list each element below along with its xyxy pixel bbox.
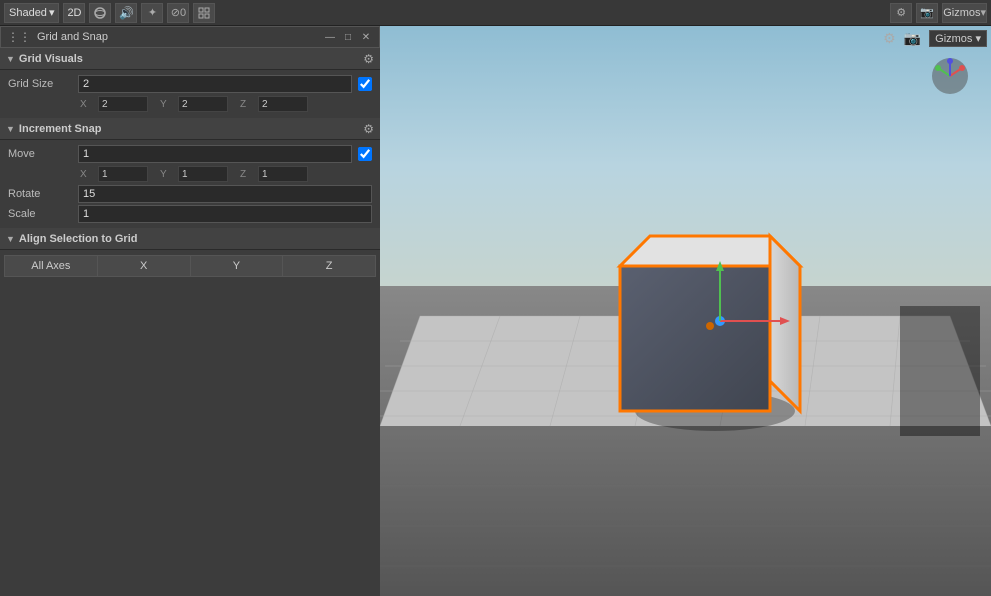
- grid-size-input-wrap: [78, 75, 372, 93]
- increment-snap-title: Increment Snap: [19, 123, 363, 135]
- grid-axis-z-group: Z: [240, 96, 308, 112]
- panel-maximize-btn[interactable]: □: [341, 30, 355, 44]
- viewport-top-right: ⚙ 📷 Gizmos ▾: [883, 30, 987, 47]
- move-axis-z-group: Z: [240, 166, 308, 182]
- gizmos-label: Gizmos: [943, 7, 980, 19]
- persp-icon-btn[interactable]: [89, 3, 111, 23]
- align-all-axes-btn[interactable]: All Axes: [4, 255, 97, 277]
- gizmos-btn[interactable]: Gizmos ▾: [942, 3, 987, 23]
- grid-visuals-section-header[interactable]: ▼ Grid Visuals ⚙: [0, 48, 380, 70]
- scene-svg: [380, 26, 991, 596]
- grid-axis-y-label: Y: [160, 99, 176, 110]
- move-input[interactable]: [78, 145, 352, 163]
- grid-visuals-axis-row: X Y Z: [0, 94, 380, 114]
- move-axis-row: X Y Z: [0, 164, 380, 184]
- grid-axis-x-label: X: [80, 99, 96, 110]
- hidden-count-btn[interactable]: ⊘0: [167, 3, 189, 23]
- panel-titlebar-icons: — □ ✕: [323, 30, 373, 44]
- move-axis-x-label: X: [80, 169, 96, 180]
- move-row: Move: [0, 144, 380, 164]
- viewport-gizmos-btn[interactable]: Gizmos ▾: [929, 30, 987, 47]
- grid-visuals-title: Grid Visuals: [19, 53, 363, 65]
- scene-viewport[interactable]: ⚙ 📷 Gizmos ▾: [380, 26, 991, 596]
- panel-menu-icon[interactable]: ⋮⋮: [7, 30, 31, 44]
- increment-snap-section-header[interactable]: ▼ Increment Snap ⚙: [0, 118, 380, 140]
- move-axis-y-input[interactable]: [178, 166, 228, 182]
- align-z-btn[interactable]: Z: [282, 255, 376, 277]
- move-axis-z-label: Z: [240, 169, 256, 180]
- move-input-wrap: [78, 145, 372, 163]
- chevron-down-icon: ▾: [49, 6, 55, 19]
- gear-icon: ⚙: [896, 6, 906, 19]
- panel-title: Grid and Snap: [37, 31, 323, 43]
- increment-snap-gear-icon[interactable]: ⚙: [363, 122, 374, 136]
- align-section-content: All Axes X Y Z: [0, 250, 380, 282]
- move-label: Move: [8, 148, 78, 160]
- grid-axis-z-label: Z: [240, 99, 256, 110]
- scale-input-wrap: [78, 205, 372, 223]
- grid-snap-icon: [197, 6, 211, 20]
- toolbar-right: ⚙ 📷 Gizmos ▾: [890, 3, 987, 23]
- grid-axis-y-group: Y: [160, 96, 228, 112]
- hidden-count-label: ⊘0: [171, 6, 186, 19]
- align-x-btn[interactable]: X: [97, 255, 190, 277]
- grid-visuals-content: Grid Size X Y: [0, 70, 380, 118]
- top-toolbar: Shaded ▾ 2D 🔊 ✦ ⊘0 ⚙ 📷 Gizm: [0, 0, 991, 26]
- rotate-input[interactable]: [78, 185, 372, 203]
- grid-snap-panel: ⋮⋮ Grid and Snap — □ ✕ ▼ Grid Visuals ⚙ …: [0, 26, 380, 596]
- scale-row: Scale: [0, 204, 380, 224]
- increment-snap-content: Move X Y: [0, 140, 380, 228]
- align-buttons-row: All Axes X Y Z: [0, 254, 380, 278]
- fx-icon: ✦: [148, 6, 157, 19]
- audio-icon: 🔊: [119, 6, 134, 20]
- viewport-camera-icon[interactable]: 📷: [904, 30, 921, 47]
- grid-visuals-arrow-icon: ▼: [6, 54, 15, 64]
- move-axis-y-label: Y: [160, 169, 176, 180]
- camera-icon-btn[interactable]: 📷: [916, 3, 938, 23]
- fx-icon-btn[interactable]: ✦: [141, 3, 163, 23]
- increment-snap-arrow-icon: ▼: [6, 124, 15, 134]
- panel-close-btn[interactable]: ✕: [359, 30, 373, 44]
- rotate-row: Rotate: [0, 184, 380, 204]
- grid-size-input[interactable]: [78, 75, 352, 93]
- move-axis-x-group: X: [80, 166, 148, 182]
- shading-mode-label: Shaded: [9, 7, 47, 19]
- grid-axis-x-group: X: [80, 96, 148, 112]
- rotate-input-wrap: [78, 185, 372, 203]
- scale-label: Scale: [8, 208, 78, 220]
- viewport-gear-icon[interactable]: ⚙: [883, 30, 896, 47]
- 2d-toggle-btn[interactable]: 2D: [63, 3, 85, 23]
- shading-mode-dropdown[interactable]: Shaded ▾: [4, 3, 59, 23]
- grid-size-row: Grid Size: [0, 74, 380, 94]
- grid-size-checkbox[interactable]: [358, 77, 372, 91]
- main-area: ⋮⋮ Grid and Snap — □ ✕ ▼ Grid Visuals ⚙ …: [0, 26, 991, 596]
- grid-axis-y-input[interactable]: [178, 96, 228, 112]
- audio-icon-btn[interactable]: 🔊: [115, 3, 137, 23]
- grid-axis-z-input[interactable]: [258, 96, 308, 112]
- align-arrow-icon: ▼: [6, 234, 15, 244]
- panel-titlebar: ⋮⋮ Grid and Snap — □ ✕: [0, 26, 380, 48]
- grid-size-label: Grid Size: [8, 78, 78, 90]
- move-axis-y-group: Y: [160, 166, 228, 182]
- camera-icon: 📷: [920, 6, 934, 19]
- snap-settings-btn[interactable]: [193, 3, 215, 23]
- align-section-title: Align Selection to Grid: [19, 233, 374, 245]
- scale-input[interactable]: [78, 205, 372, 223]
- grid-axis-x-input[interactable]: [98, 96, 148, 112]
- gizmos-chevron-icon: ▾: [980, 6, 986, 19]
- move-axis-x-input[interactable]: [98, 166, 148, 182]
- move-checkbox[interactable]: [358, 147, 372, 161]
- move-axis-z-input[interactable]: [258, 166, 308, 182]
- grid-visuals-gear-icon[interactable]: ⚙: [363, 52, 374, 66]
- panel-minimize-btn[interactable]: —: [323, 30, 337, 44]
- align-section-header[interactable]: ▼ Align Selection to Grid: [0, 228, 380, 250]
- sphere-icon: [93, 6, 107, 20]
- settings-icon-btn[interactable]: ⚙: [890, 3, 912, 23]
- rotate-label: Rotate: [8, 188, 78, 200]
- align-y-btn[interactable]: Y: [190, 255, 283, 277]
- panel-body: ▼ Grid Visuals ⚙ Grid Size X: [0, 48, 380, 282]
